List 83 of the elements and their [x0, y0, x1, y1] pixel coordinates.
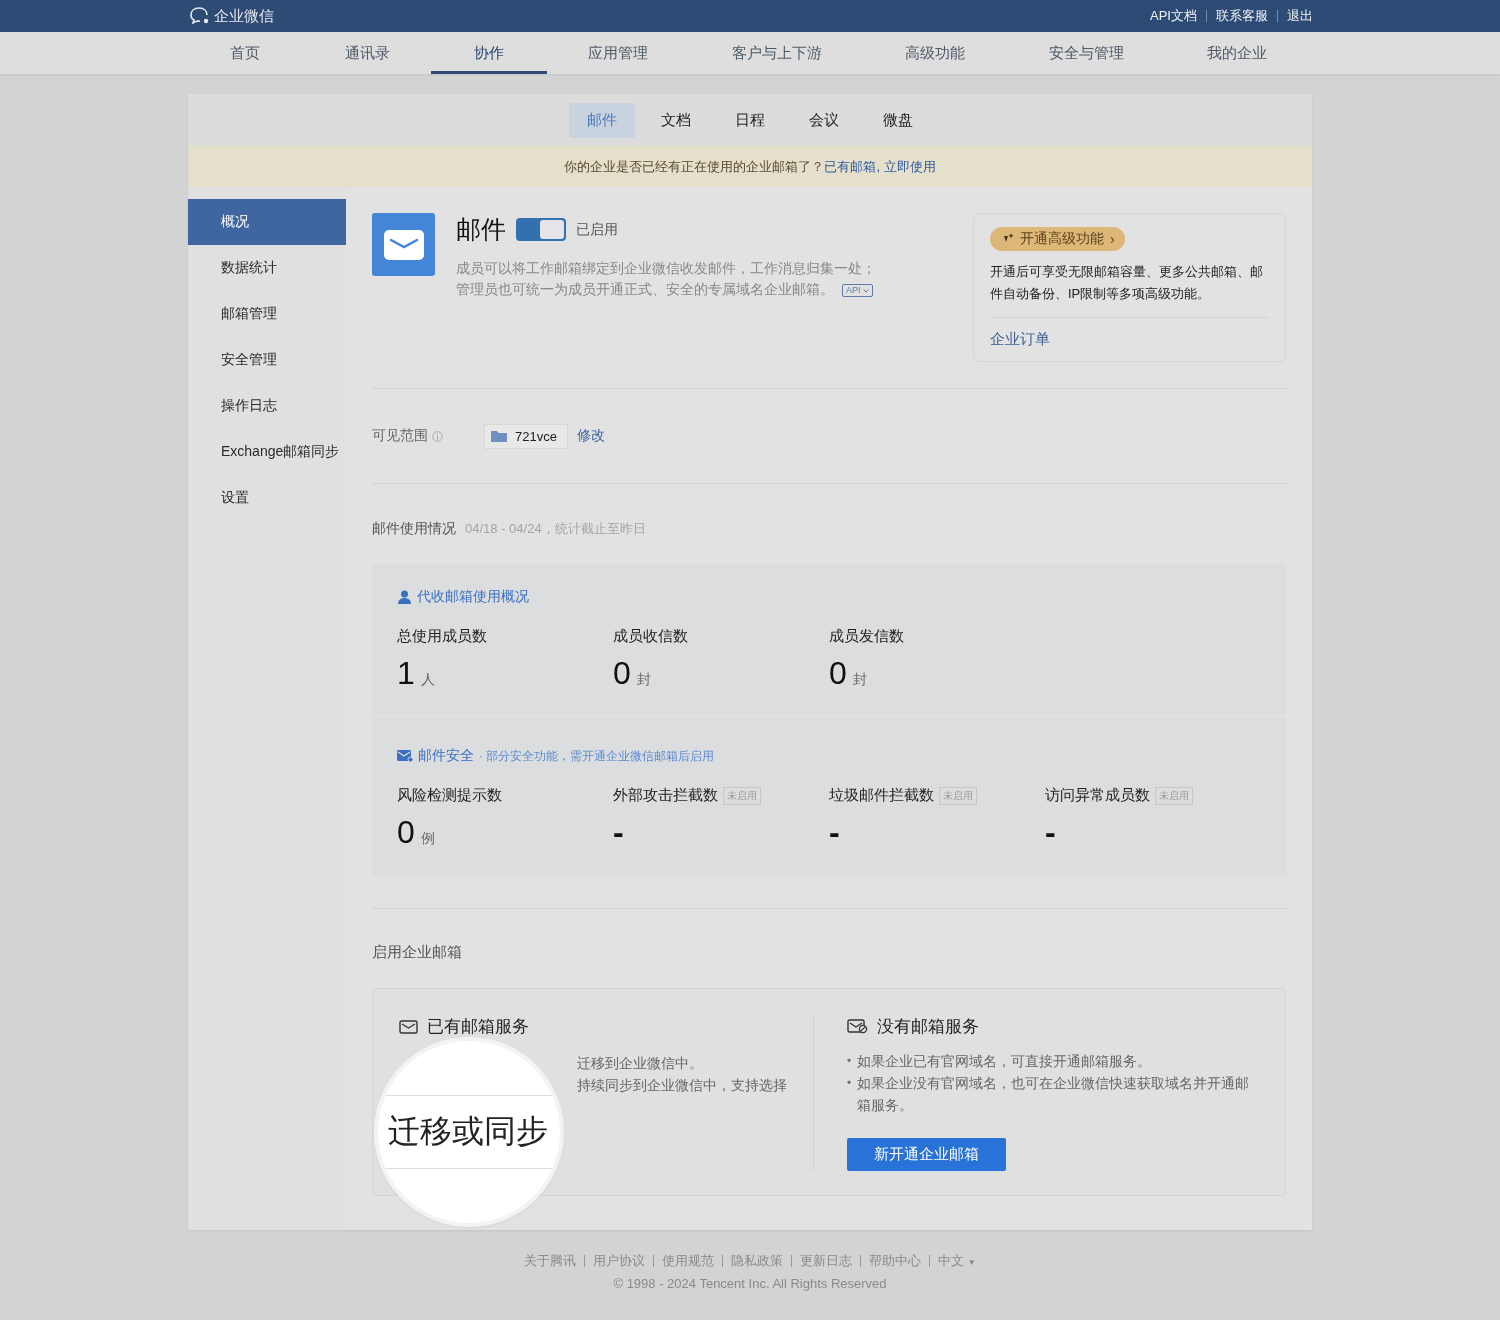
folder-icon — [491, 430, 507, 442]
sub-tab[interactable]: 邮件 — [569, 102, 635, 138]
stat-unit: 人 — [420, 671, 435, 689]
stat-value: 0 — [829, 656, 847, 690]
info-icon — [432, 430, 443, 442]
stat-value: 0 — [613, 656, 631, 690]
section-title: 启用企业邮箱 — [372, 943, 462, 960]
sidebar-item[interactable]: 设置 — [188, 475, 346, 521]
bullet-marker: • — [847, 1053, 852, 1070]
stat-label: 成员发信数 — [829, 627, 904, 646]
app-description: 成员可以将工作邮箱绑定到企业微信收发邮件，工作消息归集一处； 管理员也可统一为成员开通正式、安全的专属域名企业邮箱。 API — [456, 259, 877, 299]
copyright: © 1998 - 2024 Tencent Inc. All Rights Reserved — [613, 1276, 887, 1291]
nav-tab[interactable]: 客户与上下游 — [689, 32, 865, 74]
stat-value: 1 — [397, 656, 415, 690]
bullet-marker: • — [847, 1075, 852, 1092]
notice-text: 你的企业是否已经有正在使用的企业邮箱了？ — [564, 157, 825, 176]
order-link[interactable]: 企业订单 — [990, 330, 1269, 349]
sidebar-item[interactable]: Exchange邮箱同步 — [188, 429, 346, 475]
stat-value: - — [613, 815, 624, 849]
stat-value: - — [829, 815, 840, 849]
person-icon — [397, 590, 412, 604]
logo-text: 企业微信 — [214, 6, 274, 26]
nav-tab[interactable]: 我的企业 — [1167, 32, 1307, 74]
stat-unit: 封 — [852, 671, 867, 689]
service-text: 迁移到企业微信中。 — [577, 1054, 704, 1073]
upgrade-description: 开通后可享受无限邮箱容量、更多公共邮箱、邮件自动备份、IP限制等多项高级功能。 — [990, 261, 1269, 318]
sidebar-item[interactable]: 数据统计 — [188, 245, 346, 291]
app-title: 邮件 — [456, 214, 506, 245]
sidebar-item[interactable]: 操作日志 — [188, 383, 346, 429]
stat-label: 垃圾邮件拦截数 — [829, 786, 934, 805]
stat-unit: 封 — [636, 671, 651, 689]
disabled-badge: 未启用 — [723, 786, 761, 805]
department-chip: 721vce — [484, 423, 568, 449]
usage-title: 邮件使用情况 — [372, 520, 456, 538]
mail-app-icon — [372, 213, 435, 276]
nav-tab[interactable]: 协作 — [431, 32, 547, 74]
sub-tab[interactable]: 文档 — [643, 102, 709, 138]
service-bullet: 如果企业没有官网域名，也可在企业微信快速获取域名并开通邮箱服务。 — [857, 1074, 1251, 1115]
sub-tab[interactable]: 日程 — [717, 102, 783, 138]
stat-value: - — [1045, 815, 1056, 849]
stat-unit: 例 — [420, 830, 435, 848]
panel-title: 代收邮箱使用概况 — [417, 588, 529, 606]
top-link[interactable]: API文档 — [1150, 7, 1197, 25]
new-mailbox-button[interactable]: 新开通企业邮箱 — [847, 1138, 1006, 1171]
sub-tab[interactable]: 会议 — [791, 102, 857, 138]
sidebar-item[interactable]: 安全管理 — [188, 337, 346, 383]
notice-link[interactable]: 已有邮箱, 立即使用 — [824, 157, 936, 176]
logo-icon — [189, 6, 211, 26]
panel-note: · 部分安全功能，需开通企业微信邮箱后启用 — [479, 747, 715, 765]
top-link[interactable]: 联系客服 — [1216, 7, 1268, 25]
sidebar-item[interactable]: 概况 — [188, 199, 346, 245]
api-dropdown[interactable]: API — [842, 284, 873, 297]
caret-icon — [862, 288, 869, 293]
sidebar-item[interactable]: 邮箱管理 — [188, 291, 346, 337]
enable-toggle[interactable] — [516, 218, 566, 241]
disabled-badge: 未启用 — [1155, 786, 1193, 805]
envelope-blocked-icon — [847, 1019, 868, 1034]
upgrade-badge[interactable]: 开通高级功能 › — [990, 227, 1125, 251]
stat-label: 总使用成员数 — [397, 627, 487, 646]
service-title: 没有邮箱服务 — [877, 1016, 979, 1038]
nav-tab[interactable]: 首页 — [187, 32, 303, 74]
nav-tab[interactable]: 通讯录 — [303, 32, 431, 74]
nav-tab[interactable]: 高级功能 — [865, 32, 1005, 74]
mail-shield-icon — [397, 750, 413, 762]
edit-link[interactable]: 修改 — [576, 427, 605, 445]
stat-label: 风险检测提示数 — [397, 786, 502, 805]
stat-label: 成员收信数 — [613, 627, 688, 646]
envelope-icon — [399, 1019, 418, 1034]
panel-title: 邮件安全 — [418, 747, 474, 765]
status-text: 已启用 — [576, 220, 618, 239]
top-link[interactable]: 退出 — [1287, 7, 1313, 25]
magnified-text: 迁移或同步 — [387, 1112, 548, 1151]
nav-tab[interactable]: 应用管理 — [547, 32, 689, 74]
disabled-badge: 未启用 — [939, 786, 977, 805]
stat-value: 0 — [397, 815, 415, 849]
stat-label: 访问异常成员数 — [1045, 786, 1150, 805]
service-text: 持续同步到企业微信中，支持选择 — [577, 1076, 788, 1095]
visibility-label: 可见范围 — [372, 427, 428, 445]
service-bullet: 如果企业已有官网域名，可直接开通邮箱服务。 — [857, 1052, 1152, 1071]
service-title: 已有邮箱服务 — [427, 1016, 529, 1038]
stat-label: 外部攻击拦截数 — [613, 786, 718, 805]
nav-tab[interactable]: 安全与管理 — [1005, 32, 1167, 74]
sub-tab[interactable]: 微盘 — [865, 102, 931, 138]
